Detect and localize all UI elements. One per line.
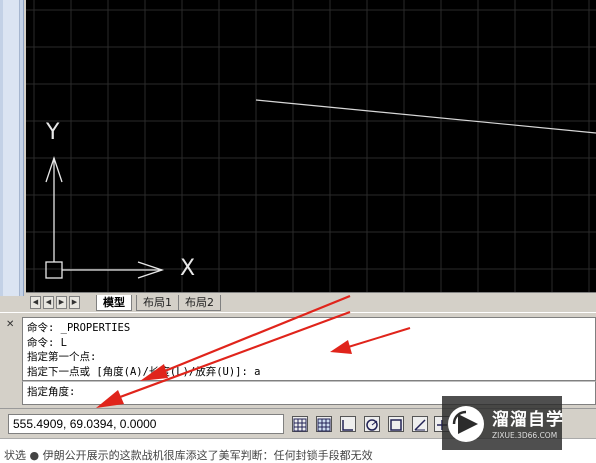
command-history-line: 指定第一个点: [27,351,97,363]
watermark-url: ZIXUE.3D66.COM [492,431,558,440]
autocad-window: Y X ◀ ◀ ▶ ▶ 模型 布局1 布局2 ✕ 命令: _PROPERTIES… [0,0,596,463]
coordinates-display[interactable]: 555.4909, 69.0394, 0.0000 [8,414,284,434]
snap-grid-icon[interactable] [292,416,308,432]
otrack-icon[interactable] [412,416,428,432]
drawing-canvas[interactable]: Y X [26,0,596,292]
drawing-svg [26,0,596,292]
tab-nav-last-button[interactable]: ▶ [69,296,80,309]
tab-nav-next-button[interactable]: ▶ [56,296,67,309]
command-history-line: 指定下一点或 [角度(A)/长度(L)/放弃(U)]: a [27,365,261,378]
watermark-title: 溜溜自学 [492,410,564,430]
tab-layout2[interactable]: 布局2 [178,295,221,311]
tab-nav-first-button[interactable]: ◀ [30,296,41,309]
ortho-icon[interactable] [340,416,356,432]
command-history-line: 命令: L [27,336,67,349]
drawn-line[interactable] [255,99,596,134]
left-frame [0,0,24,296]
tab-model[interactable]: 模型 [96,295,132,311]
command-history-line: 命令: _PROPERTIES [27,322,131,334]
command-history: 命令: _PROPERTIES 命令: L 指定第一个点: 指定下一点或 [角度… [22,317,596,381]
close-icon[interactable]: ✕ [6,319,14,330]
ucs-y-label: Y [46,120,60,145]
layout-tabs-bar: ◀ ◀ ▶ ▶ 模型 布局1 布局2 [26,292,596,312]
command-window: ✕ 命令: _PROPERTIES 命令: L 指定第一个点: 指定下一点或 [… [0,312,596,408]
watermark: 溜溜自学 ZIXUE.3D66.COM [442,396,564,450]
ucs-x-label: X [180,256,196,281]
grid-lines [26,0,596,292]
tab-layout1[interactable]: 布局1 [136,295,179,311]
tab-nav-prev-button[interactable]: ◀ [43,296,54,309]
osnap-icon[interactable] [388,416,404,432]
polar-icon[interactable] [364,416,380,432]
grid-display-icon[interactable] [316,416,332,432]
bottom-text: 状选 ● 伊朗公开展示的这款战机很库添这了美军判断：任何封锁手段都无效 [4,449,373,462]
watermark-logo-icon [448,406,484,442]
